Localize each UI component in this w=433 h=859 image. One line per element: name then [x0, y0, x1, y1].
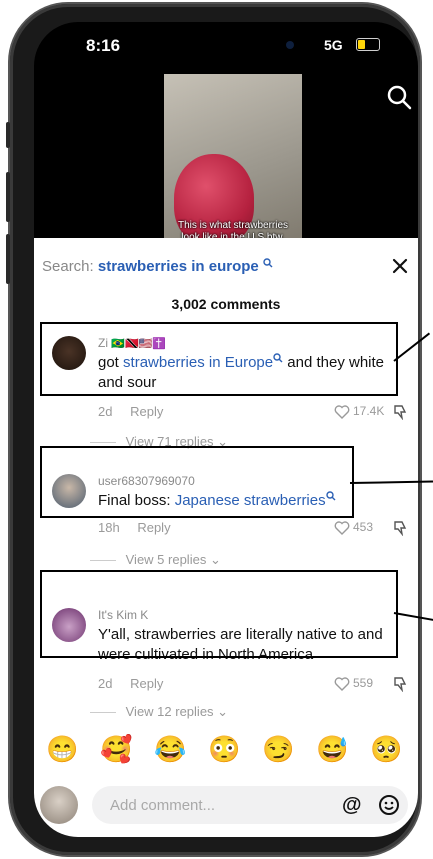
view-replies-button[interactable]: View 12 replies ⌄: [90, 704, 228, 720]
smile-icon[interactable]: [378, 794, 400, 816]
search-suggestion[interactable]: Search: strawberries in europe: [42, 258, 273, 275]
comment-meta: 18h Reply: [98, 520, 171, 535]
like-count: 453: [353, 520, 374, 534]
search-icon[interactable]: [384, 82, 414, 112]
like-count: 17.4K: [353, 404, 385, 418]
comment-age: 18h: [98, 520, 120, 535]
network-label: 5G: [324, 37, 343, 53]
caption-line-1: This is what strawberries: [177, 220, 289, 231]
reply-button[interactable]: Reply: [130, 676, 163, 691]
comment-meta: 2d Reply: [98, 676, 163, 691]
search-prefix: Search:: [42, 258, 94, 275]
dynamic-island: [204, 32, 304, 58]
like-button[interactable]: 17.4K: [334, 404, 384, 419]
reply-button[interactable]: Reply: [137, 520, 170, 535]
dislike-icon[interactable]: [392, 676, 408, 692]
search-query[interactable]: strawberries in europe: [98, 258, 259, 275]
dislike-icon[interactable]: [392, 520, 408, 536]
phone-frame: 8:16 5G This is what strawberries look l…: [6, 4, 420, 855]
comment-input[interactable]: Add comment... @: [92, 786, 408, 824]
screen: 8:16 5G This is what strawberries look l…: [34, 22, 418, 837]
like-button[interactable]: 453: [334, 520, 373, 535]
highlight-box-comment-3: [40, 570, 398, 658]
status-bar: 8:16 5G: [34, 22, 418, 72]
heart-icon: [334, 677, 350, 691]
comment-age: 2d: [98, 404, 113, 419]
emoji-button[interactable]: 🥺: [370, 734, 402, 765]
status-time: 8:16: [86, 36, 121, 55]
highlight-box-comment-1: [40, 322, 398, 396]
like-count: 559: [353, 676, 374, 690]
emoji-button[interactable]: 🥰: [100, 734, 132, 765]
side-button-volume-down: [6, 234, 10, 284]
side-button-volume-up: [6, 172, 10, 222]
view-replies-button[interactable]: View 5 replies ⌄: [90, 552, 221, 568]
close-icon[interactable]: [389, 255, 411, 277]
dislike-icon[interactable]: [392, 404, 408, 420]
heart-icon: [334, 405, 350, 419]
search-mini-icon: [263, 258, 273, 268]
emoji-button[interactable]: 😳: [208, 734, 240, 765]
emoji-button[interactable]: 😏: [262, 734, 294, 765]
my-avatar: [40, 786, 78, 824]
emoji-bar: 😁 🥰 😂 😳 😏 😅 🥺: [34, 728, 418, 774]
emoji-button[interactable]: 😂: [154, 734, 186, 765]
comment-placeholder: Add comment...: [110, 797, 216, 814]
mention-button[interactable]: @: [342, 794, 362, 817]
camera-dot: [286, 41, 294, 49]
comment-age: 2d: [98, 676, 113, 691]
highlight-box-comment-2: [40, 446, 354, 518]
emoji-button[interactable]: 😅: [316, 734, 348, 765]
side-button-silent: [6, 122, 10, 148]
comment-meta: 2d Reply: [98, 404, 163, 419]
comments-count: 3,002 comments: [171, 296, 281, 312]
reply-button[interactable]: Reply: [130, 404, 163, 419]
like-button[interactable]: 559: [334, 676, 373, 691]
battery-icon: [356, 38, 380, 51]
emoji-button[interactable]: 😁: [46, 734, 78, 765]
comment-input-row: Add comment... @: [34, 778, 418, 834]
video-thumbnail[interactable]: This is what strawberries look like in t…: [164, 74, 302, 259]
heart-icon: [334, 521, 350, 535]
